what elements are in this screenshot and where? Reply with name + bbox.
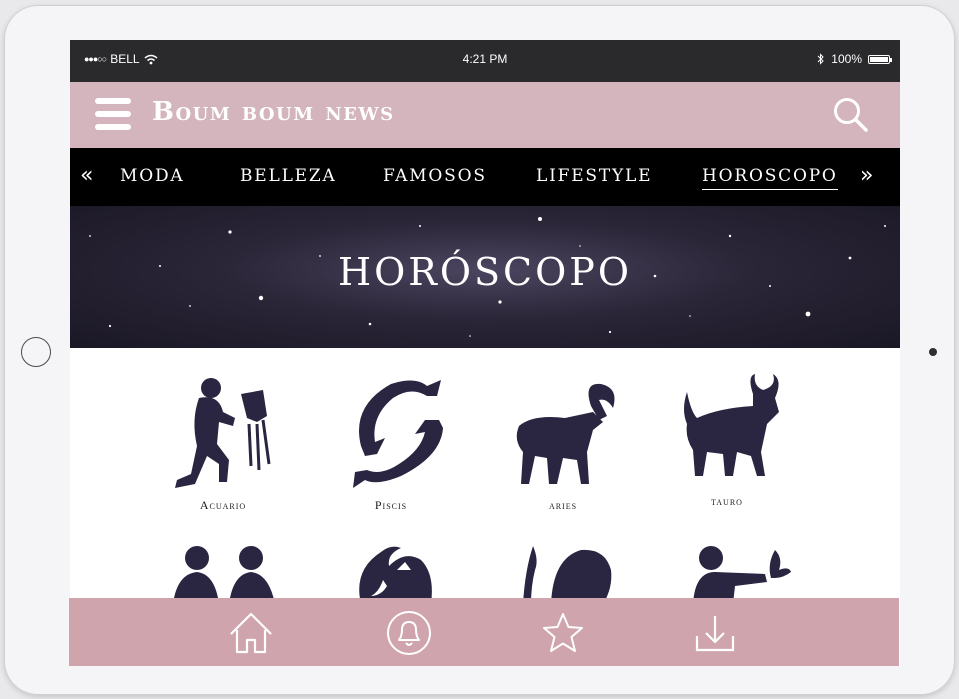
camera-icon bbox=[929, 348, 937, 356]
battery-icon bbox=[868, 54, 892, 64]
hero-banner: HORÓSCOPO bbox=[70, 206, 900, 348]
aquarius-icon bbox=[175, 378, 271, 488]
sign-label: Piscis bbox=[374, 498, 408, 512]
sign-cancer[interactable] bbox=[326, 540, 456, 604]
aries-icon bbox=[516, 383, 615, 484]
sign-piscis[interactable]: Piscis bbox=[326, 376, 456, 513]
sign-aries[interactable]: aries bbox=[498, 376, 628, 513]
gemini-icon bbox=[173, 546, 275, 604]
pisces-icon bbox=[353, 380, 443, 488]
app-screen: ●●●○○ BELL 4:21 PM 100% Boum boum news « bbox=[70, 40, 900, 666]
bottom-toolbar bbox=[69, 598, 899, 666]
tab-horoscopo[interactable]: HOROSCOPO bbox=[702, 166, 838, 190]
category-nav: « MODA BELLEZA FAMOSOS LIFESTYLE HOROSCO… bbox=[70, 148, 900, 206]
sign-label: aries bbox=[548, 498, 578, 512]
sign-acuario[interactable]: Acuario bbox=[158, 376, 288, 513]
chevron-left-icon[interactable]: « bbox=[80, 163, 93, 188]
chevron-right-icon[interactable]: » bbox=[860, 163, 873, 188]
app-header: Boum boum news bbox=[70, 82, 900, 148]
leo-icon bbox=[523, 546, 612, 604]
menu-icon[interactable] bbox=[95, 98, 131, 130]
tab-lifestyle[interactable]: LIFESTYLE bbox=[536, 166, 652, 186]
clock: 4:21 PM bbox=[462, 52, 508, 66]
sign-label: tauro bbox=[711, 494, 743, 508]
tab-moda[interactable]: MODA bbox=[120, 166, 184, 186]
virgo-icon bbox=[693, 546, 791, 604]
favorites-icon[interactable] bbox=[539, 610, 587, 656]
bluetooth-icon bbox=[817, 53, 825, 65]
download-icon[interactable] bbox=[691, 610, 739, 656]
sign-leo[interactable] bbox=[498, 540, 628, 604]
sign-geminis[interactable] bbox=[158, 544, 288, 604]
taurus-icon bbox=[684, 374, 779, 476]
tab-famosos[interactable]: FAMOSOS bbox=[383, 166, 487, 186]
sign-virgo[interactable] bbox=[670, 544, 800, 604]
sign-tauro[interactable]: tauro bbox=[662, 372, 792, 509]
battery-percent: 100% bbox=[831, 52, 862, 66]
home-button[interactable] bbox=[21, 337, 51, 367]
home-icon[interactable] bbox=[227, 610, 275, 656]
search-icon[interactable] bbox=[832, 96, 870, 134]
tab-belleza[interactable]: BELLEZA bbox=[240, 166, 337, 186]
brand-title[interactable]: Boum boum news bbox=[152, 97, 395, 127]
page-title: HORÓSCOPO bbox=[337, 250, 633, 294]
notification-icon[interactable] bbox=[385, 610, 433, 656]
sign-label: Acuario bbox=[199, 498, 247, 512]
status-bar: ●●●○○ BELL 4:21 PM 100% bbox=[70, 40, 900, 82]
cancer-icon bbox=[359, 546, 432, 604]
